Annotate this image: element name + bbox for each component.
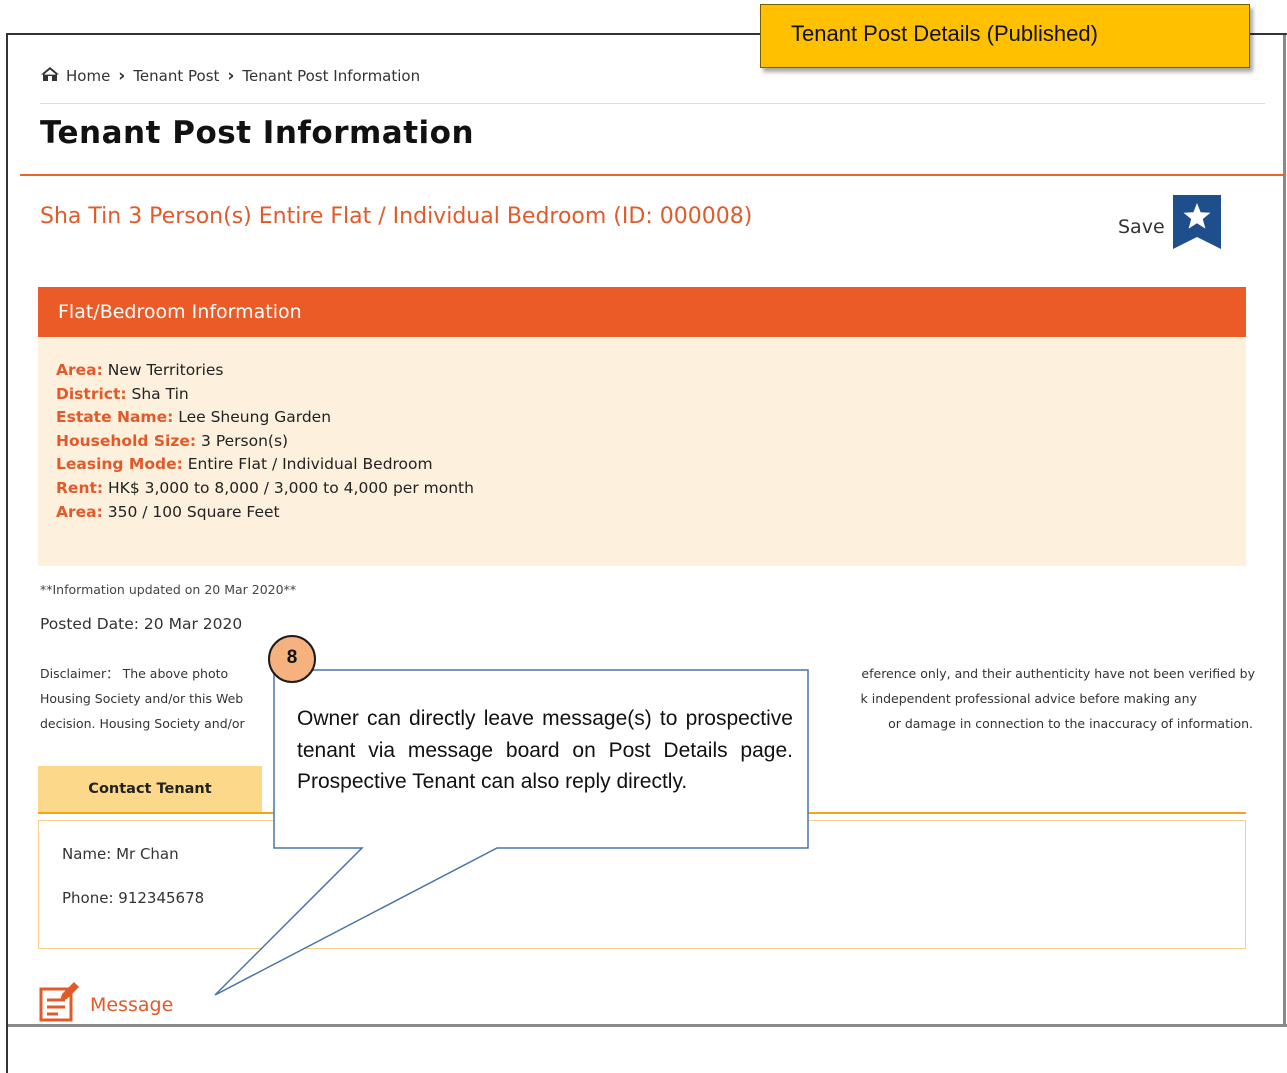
step-badge: 8 (268, 635, 316, 683)
callout-text: Owner can directly leave message(s) to p… (297, 707, 793, 793)
callout-bubble (214, 669, 809, 996)
